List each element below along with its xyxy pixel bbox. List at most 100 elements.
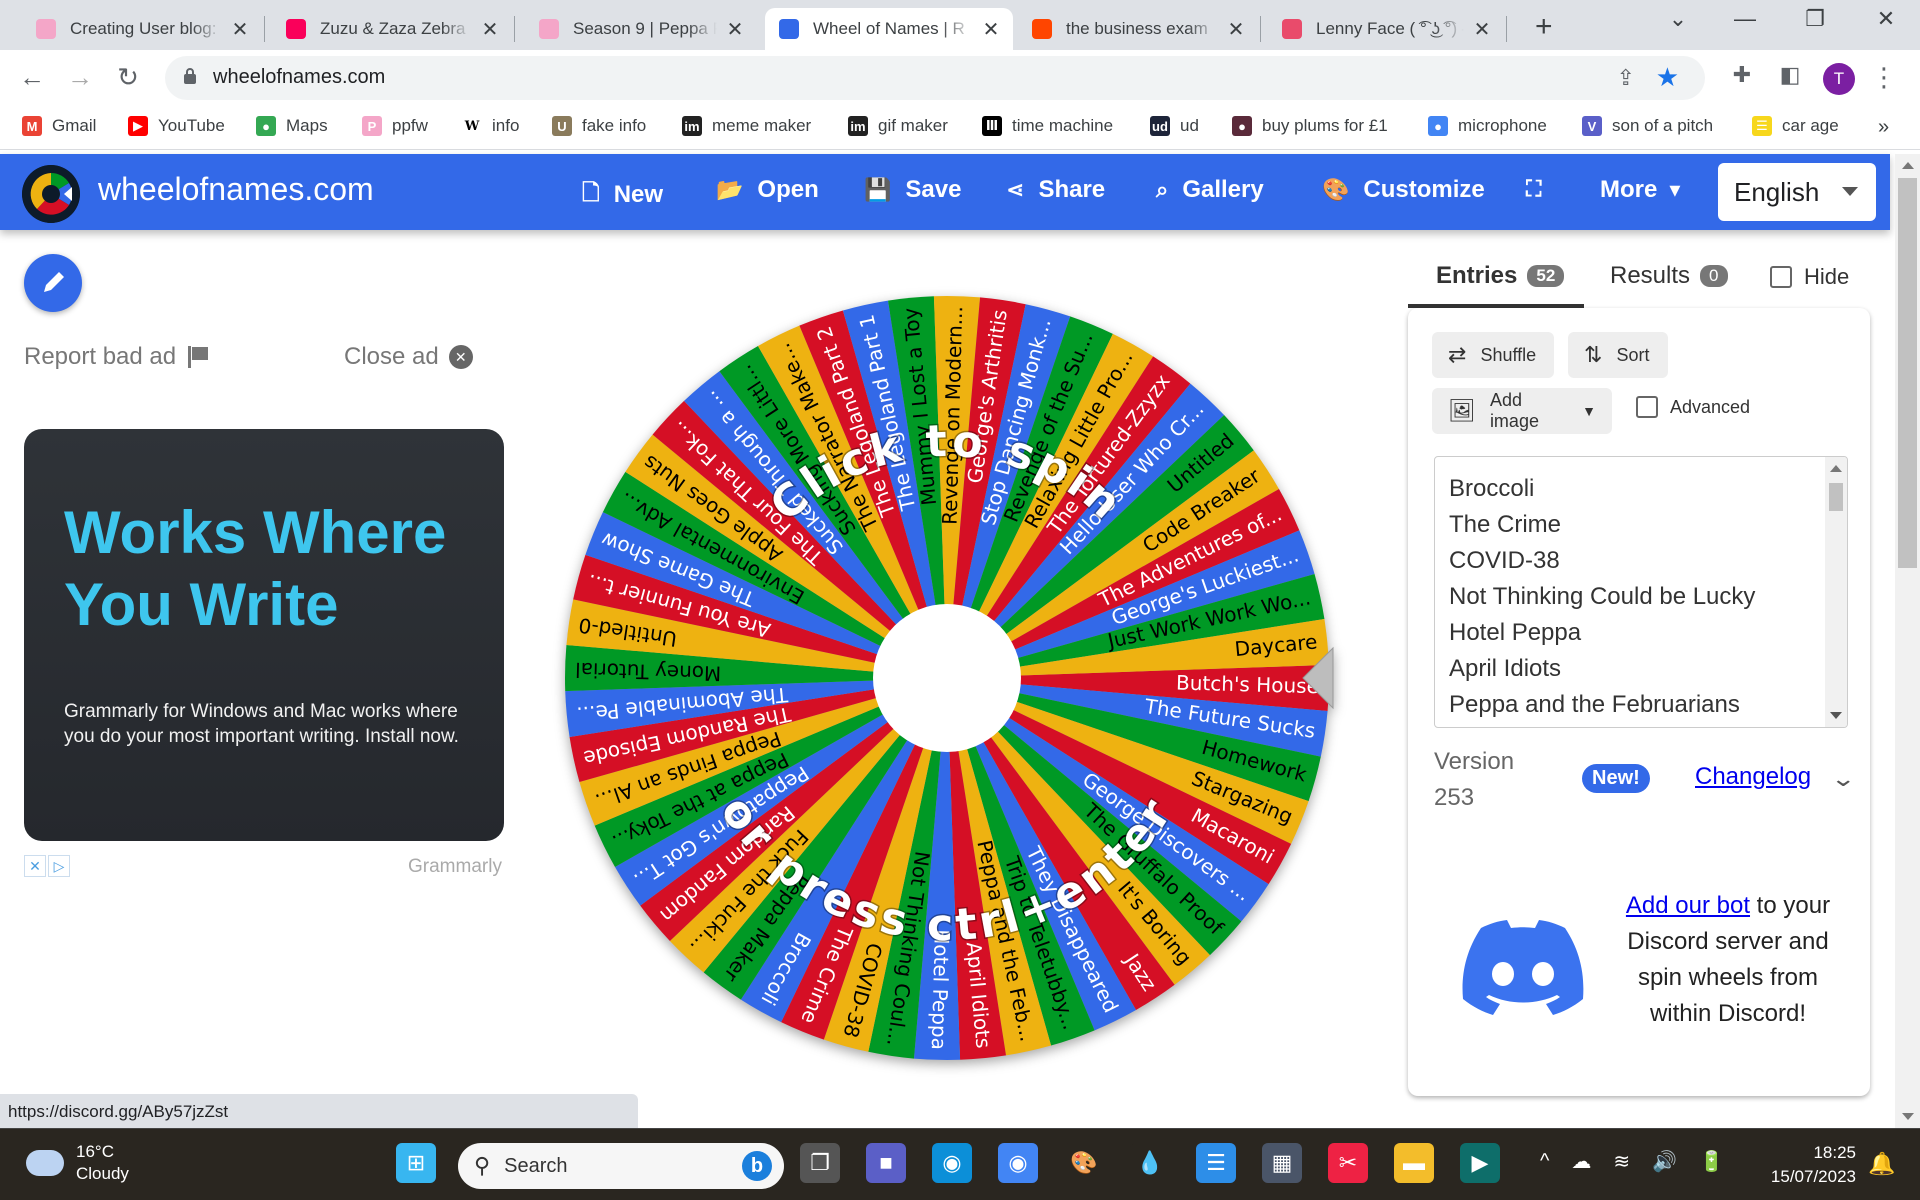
taskbar-search[interactable]: ⚲ Search b [458, 1143, 784, 1189]
page-scrollbar[interactable] [1895, 154, 1920, 1128]
bookmark-item[interactable]: ● buy plums for £1 [1232, 116, 1388, 136]
add-bot-link[interactable]: Add our bot [1626, 892, 1750, 919]
close-tab-icon[interactable]: ✕ [1472, 17, 1492, 42]
bookmark-item[interactable]: ud ud [1150, 116, 1199, 136]
volume-icon[interactable]: 🔊 [1652, 1149, 1677, 1174]
close-tab-icon[interactable]: ✕ [981, 17, 1001, 42]
bookmark-item[interactable]: Ⅲtime machine [982, 116, 1113, 136]
calculator-icon[interactable]: ▦ [1262, 1143, 1302, 1183]
wifi-icon[interactable]: ≋ [1613, 1149, 1630, 1174]
tab-results[interactable]: Results 0 [1610, 262, 1728, 290]
nav-gallery-button[interactable]: ⌕ Gallery [1156, 176, 1264, 204]
file-explorer-icon[interactable]: ▬ [1394, 1143, 1434, 1183]
profile-avatar[interactable]: T [1823, 63, 1855, 95]
entries-textarea[interactable]: Broccoli The Crime COVID-38 Not Thinking Co… [1434, 456, 1848, 728]
video-editor-icon[interactable]: ▶ [1460, 1143, 1500, 1183]
nav-customize-button[interactable]: 🎨 Customize [1322, 176, 1485, 204]
wheel-container[interactable]: Butch's House The Future Sucks Homework Sta… [555, 286, 1339, 1070]
clock[interactable]: 18:25 15/07/2023 [1760, 1141, 1856, 1189]
hide-checkbox-box[interactable] [1770, 266, 1792, 288]
shuffle-button[interactable]: ⇄ Shuffle [1432, 332, 1554, 378]
bookmark-item[interactable]: im meme maker [682, 116, 811, 136]
bookmark-item[interactable]: ☰ car age [1752, 116, 1839, 136]
entries-scrollbar[interactable] [1825, 457, 1847, 727]
close-window-button[interactable]: ✕ [1866, 6, 1906, 32]
bookmarks-overflow-button[interactable]: » [1878, 116, 1889, 139]
extensions-icon[interactable]: ✚ [1724, 62, 1760, 88]
nav-new-button[interactable]: 🗋 New [582, 176, 663, 214]
ad-choices-icon[interactable]: ▷ [48, 855, 70, 877]
task-view-icon[interactable]: ❐ [800, 1143, 840, 1183]
scroll-up-arrow-icon[interactable] [1830, 465, 1842, 472]
close-tab-icon[interactable]: ✕ [725, 17, 745, 42]
chrome-icon[interactable]: ◉ [998, 1143, 1038, 1183]
show-hidden-icons-icon[interactable]: ^ [1540, 1150, 1549, 1173]
bing-icon[interactable]: b [742, 1151, 772, 1181]
scroll-up-arrow-icon[interactable] [1902, 162, 1914, 169]
changelog-link[interactable]: Changelog [1695, 763, 1811, 791]
notifications-icon[interactable]: 🔔 [1868, 1151, 1895, 1177]
language-select[interactable]: English [1718, 163, 1876, 221]
snipping-tool-icon[interactable]: ✂ [1328, 1143, 1368, 1183]
share-page-icon[interactable]: ⇪ [1617, 65, 1635, 91]
close-tab-icon[interactable]: ✕ [230, 17, 250, 42]
advanced-checkbox[interactable]: Advanced [1636, 396, 1750, 418]
close-tab-icon[interactable]: ✕ [1226, 17, 1246, 42]
paint3d-icon[interactable]: 💧 [1130, 1143, 1170, 1183]
ad-card[interactable]: Works Where You Write Grammarly for Wind… [24, 429, 504, 841]
bookmark-item[interactable]: M Gmail [22, 116, 96, 136]
advanced-checkbox-box[interactable] [1636, 396, 1658, 418]
hide-checkbox[interactable]: Hide [1770, 264, 1849, 290]
ad-close-x-icon[interactable]: ✕ [24, 855, 46, 877]
bookmark-item[interactable]: ● microphone [1428, 116, 1547, 136]
bookmark-item[interactable]: Vson of a pitch [1582, 116, 1713, 136]
bookmark-item[interactable]: Ufake info [552, 116, 646, 136]
minimize-button[interactable]: — [1725, 6, 1765, 32]
restore-button[interactable]: ❐ [1795, 6, 1835, 32]
bookmark-item[interactable]: ● Maps [256, 116, 328, 136]
browser-tab[interactable]: Season 9 | Peppa Pi ✕ [525, 8, 757, 50]
browser-tab[interactable]: the business exam ✕ [1018, 8, 1258, 50]
bookmark-item[interactable]: Pppfw [362, 116, 428, 136]
address-bar[interactable]: wheelofnames.com ⇪ ★ [165, 56, 1705, 100]
browser-tab[interactable]: Lenny Face ( ͡° ͜ʖ ͡°) – ✕ [1268, 8, 1504, 50]
close-ad-button[interactable]: Close ad ✕ [344, 343, 473, 371]
add-image-button[interactable]: 🖼 Add image ▼ [1432, 388, 1612, 434]
close-tab-icon[interactable]: ✕ [480, 17, 500, 42]
teams-chat-icon[interactable]: ■ [866, 1143, 906, 1183]
edit-button[interactable] [24, 254, 82, 312]
nav-share-button[interactable]: ⋖ Share [1006, 176, 1105, 204]
sort-button[interactable]: ⇅ Sort [1568, 332, 1668, 378]
onedrive-icon[interactable]: ☁ [1571, 1149, 1591, 1174]
scroll-thumb[interactable] [1829, 483, 1843, 511]
side-panel-icon[interactable]: ◧ [1772, 62, 1808, 88]
menu-kebab-icon[interactable]: ⋮ [1866, 62, 1902, 93]
wheel-logo-icon[interactable] [22, 165, 80, 223]
wheel-hub[interactable] [873, 604, 1021, 752]
new-tab-button[interactable]: + [1535, 10, 1553, 44]
paint-icon[interactable]: 🎨 [1064, 1143, 1104, 1183]
bookmark-item[interactable]: im gif maker [848, 116, 948, 136]
forward-button[interactable]: → [62, 62, 98, 93]
scroll-down-arrow-icon[interactable] [1902, 1113, 1914, 1120]
site-brand[interactable]: wheelofnames.com [98, 171, 374, 208]
nav-save-button[interactable]: 💾 Save [864, 176, 961, 204]
page-scroll-thumb[interactable] [1898, 178, 1917, 568]
wheel[interactable]: Butch's HouseThe Future SucksHomeworkSta… [555, 286, 1339, 1070]
chevron-down-icon[interactable]: ⌄ [1830, 766, 1856, 792]
nav-open-button[interactable]: 📂 Open [716, 176, 819, 204]
tab-entries[interactable]: Entries 52 [1436, 262, 1565, 290]
tab-search-chevron-icon[interactable]: ⌄ [1658, 6, 1698, 32]
bookmark-item[interactable]: Winfo [462, 116, 519, 136]
ad-choices[interactable]: ✕ ▷ [24, 855, 72, 877]
browser-tab[interactable]: Wheel of Names | R ✕ [765, 8, 1013, 50]
report-bad-ad-button[interactable]: Report bad ad [24, 343, 212, 371]
battery-icon[interactable]: 🔋 [1699, 1149, 1724, 1174]
edge-icon[interactable]: ◉ [932, 1143, 972, 1183]
back-button[interactable]: ← [14, 62, 50, 93]
notepad-icon[interactable]: ☰ [1196, 1143, 1236, 1183]
nav-fullscreen-button[interactable]: ⛶ [1526, 176, 1555, 202]
nav-more-button[interactable]: More ▾ [1600, 176, 1680, 204]
weather-widget[interactable]: 16°C Cloudy [26, 1141, 129, 1185]
bookmark-star-icon[interactable]: ★ [1656, 62, 1679, 93]
